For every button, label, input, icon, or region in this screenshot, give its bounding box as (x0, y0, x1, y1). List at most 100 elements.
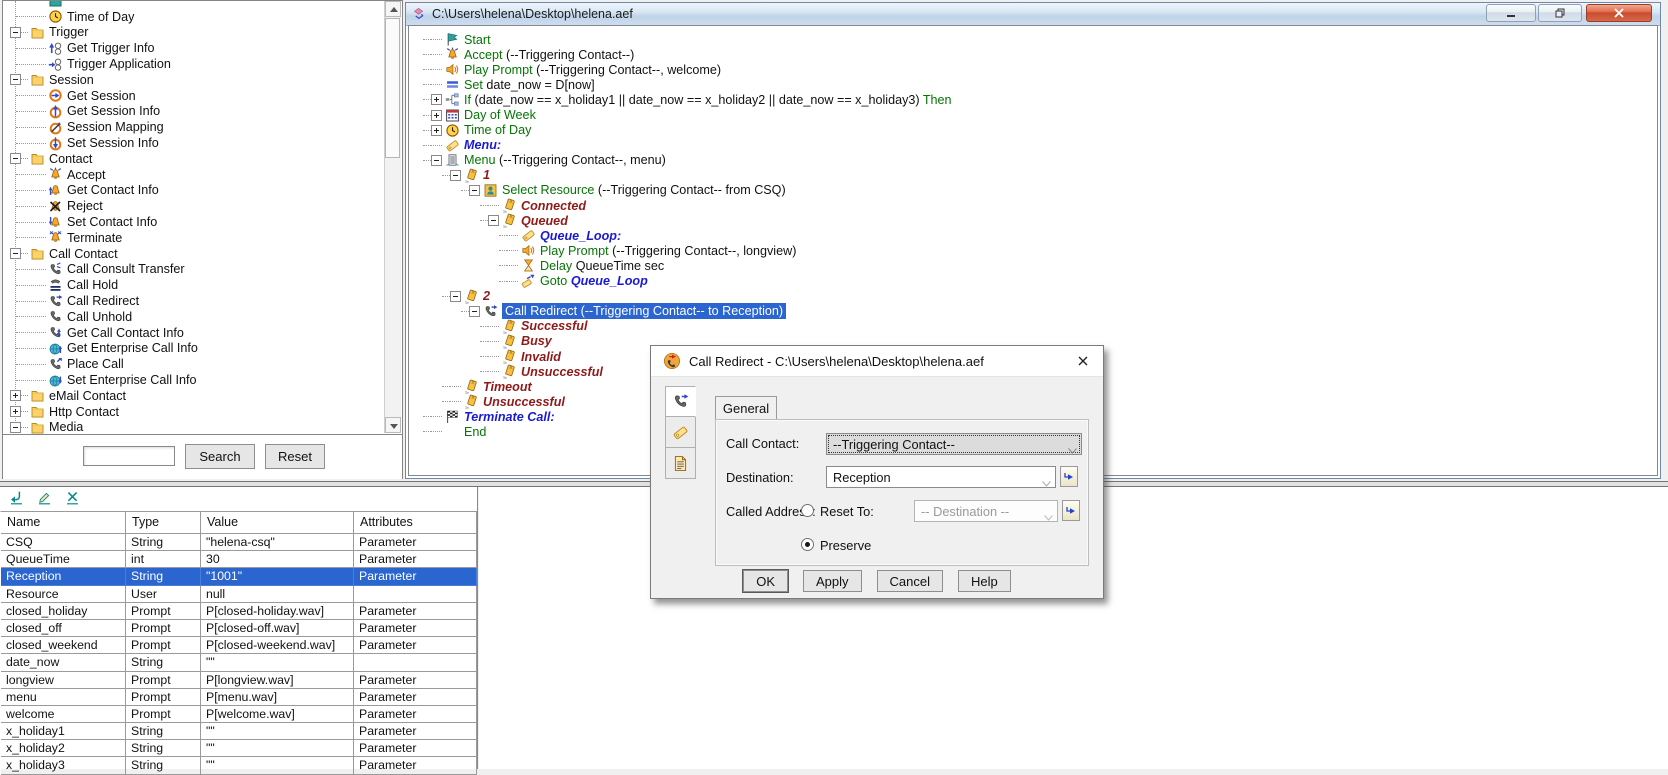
palette-item[interactable]: eMail Contact (4, 388, 385, 404)
var-name-cell[interactable]: menu (1, 689, 126, 706)
palette-item[interactable]: Trigger (4, 25, 385, 41)
reset-to-radio[interactable] (801, 504, 814, 517)
reset-to-dropdown[interactable]: -- Destination -- (914, 500, 1058, 522)
var-value-cell[interactable]: "1001" (201, 568, 354, 585)
script-step-row[interactable]: Time of Day (417, 123, 1657, 138)
script-step-row[interactable]: Play Prompt (--Triggering Contact--, wel… (417, 62, 1657, 77)
collapse-minus-icon[interactable] (10, 248, 21, 259)
var-type-cell[interactable]: String (126, 534, 201, 551)
var-value-cell[interactable]: P[menu.wav] (201, 689, 354, 706)
palette-item[interactable]: Media (4, 420, 385, 435)
palette-item[interactable] (4, 1, 385, 9)
var-attributes-cell[interactable]: Parameter (354, 689, 477, 706)
collapse-minus-icon[interactable] (431, 155, 442, 166)
column-header-value[interactable]: Value (201, 512, 354, 534)
preserve-radio[interactable] (801, 538, 814, 551)
collapse-minus-icon[interactable] (450, 291, 461, 302)
search-button[interactable]: Search (185, 444, 255, 469)
var-type-cell[interactable]: User (126, 586, 201, 603)
palette-item[interactable]: Call Consult Transfer (4, 262, 385, 278)
var-value-cell[interactable]: 30 (201, 551, 354, 568)
collapse-minus-icon[interactable] (450, 170, 461, 181)
script-step-row[interactable]: Day of Week (417, 107, 1657, 122)
palette-scrollbar[interactable] (384, 1, 401, 433)
palette-item[interactable]: Call Unhold (4, 309, 385, 325)
dialog-side-tab-2[interactable] (665, 448, 696, 479)
var-type-cell[interactable]: int (126, 551, 201, 568)
column-header-attributes[interactable]: Attributes (354, 512, 477, 534)
palette-item[interactable]: Accept (4, 167, 385, 183)
reset-to-expression-button[interactable] (1062, 500, 1080, 521)
var-type-cell[interactable]: Prompt (126, 637, 201, 654)
palette-item[interactable]: Call Redirect (4, 293, 385, 309)
palette-item[interactable]: Call Hold (4, 277, 385, 293)
script-step-row[interactable]: Connected (417, 198, 1657, 213)
var-name-cell[interactable]: QueueTime (1, 551, 126, 568)
palette-item[interactable]: Trigger Application (4, 56, 385, 72)
script-step-row[interactable]: Set date_now = D[now] (417, 77, 1657, 92)
scroll-down-icon[interactable] (385, 417, 401, 433)
var-type-cell[interactable]: Prompt (126, 672, 201, 689)
destination-dropdown[interactable]: Reception (826, 466, 1056, 488)
var-name-cell[interactable]: closed_weekend (1, 637, 126, 654)
var-value-cell[interactable]: P[closed-holiday.wav] (201, 603, 354, 620)
collapse-minus-icon[interactable] (469, 185, 480, 196)
var-type-cell[interactable]: String (126, 757, 201, 774)
script-step-row[interactable]: 1 (417, 168, 1657, 183)
var-value-cell[interactable]: "helena-csq" (201, 534, 354, 551)
var-value-cell[interactable]: "" (201, 757, 354, 774)
restore-button[interactable] (1538, 4, 1582, 22)
var-name-cell[interactable]: x_holiday1 (1, 723, 126, 740)
var-attributes-cell[interactable]: Parameter (354, 706, 477, 723)
var-attributes-cell[interactable] (354, 586, 477, 603)
minimize-button[interactable] (1486, 4, 1536, 22)
var-name-cell[interactable]: closed_holiday (1, 603, 126, 620)
var-value-cell[interactable]: null (201, 586, 354, 603)
palette-item[interactable]: Place Call (4, 356, 385, 372)
palette-item[interactable]: Get Session (4, 88, 385, 104)
script-step-row[interactable]: Queue_Loop: (417, 228, 1657, 243)
dialog-side-tab-1[interactable] (665, 417, 696, 448)
cancel-button[interactable]: Cancel (877, 570, 943, 592)
scrollbar-thumb[interactable] (385, 18, 400, 158)
script-step-row[interactable]: Select Resource (--Triggering Contact-- … (417, 183, 1657, 198)
var-value-cell[interactable]: "" (201, 723, 354, 740)
palette-item[interactable]: Http Contact (4, 404, 385, 420)
dialog-titlebar[interactable]: Call Redirect - C:\Users\helena\Desktop\… (651, 346, 1103, 377)
var-type-cell[interactable]: Prompt (126, 706, 201, 723)
var-attributes-cell[interactable]: Parameter (354, 723, 477, 740)
column-header-type[interactable]: Type (126, 512, 201, 534)
new-variable-button[interactable] (8, 490, 24, 506)
script-step-row[interactable]: Play Prompt (--Triggering Contact--, lon… (417, 243, 1657, 258)
script-step-row[interactable]: If (date_now == x_holiday1 || date_now =… (417, 92, 1657, 107)
expand-plus-icon[interactable] (10, 390, 21, 401)
var-name-cell[interactable]: Reception (1, 568, 126, 585)
help-button[interactable]: Help (958, 570, 1011, 592)
palette-item[interactable]: Get Contact Info (4, 183, 385, 199)
palette-item[interactable]: Terminate (4, 230, 385, 246)
script-step-row[interactable]: Delay QueueTime sec (417, 258, 1657, 273)
var-name-cell[interactable]: longview (1, 672, 126, 689)
var-attributes-cell[interactable]: Parameter (354, 568, 477, 585)
var-value-cell[interactable]: P[welcome.wav] (201, 706, 354, 723)
palette-item[interactable]: Get Enterprise Call Info (4, 341, 385, 357)
destination-expression-button[interactable] (1060, 466, 1078, 487)
palette-item[interactable]: Reject (4, 198, 385, 214)
var-name-cell[interactable]: date_now (1, 654, 126, 671)
script-step-row[interactable]: Accept (--Triggering Contact--) (417, 47, 1657, 62)
palette-item[interactable]: Set Contact Info (4, 214, 385, 230)
script-step-row-selected[interactable]: Call Redirect (--Triggering Contact-- to… (417, 304, 1657, 319)
var-attributes-cell[interactable]: Parameter (354, 672, 477, 689)
tab-general[interactable]: General (715, 396, 777, 420)
search-input[interactable] (83, 446, 175, 466)
apply-button[interactable]: Apply (803, 570, 862, 592)
var-name-cell[interactable]: closed_off (1, 620, 126, 637)
ok-button[interactable]: OK (743, 570, 788, 592)
script-step-row[interactable]: Goto Queue_Loop (417, 274, 1657, 289)
var-name-cell[interactable]: x_holiday3 (1, 757, 126, 774)
var-attributes-cell[interactable]: Parameter (354, 551, 477, 568)
var-name-cell[interactable]: x_holiday2 (1, 740, 126, 757)
reset-button[interactable]: Reset (265, 444, 325, 469)
script-step-row[interactable]: Start (417, 32, 1657, 47)
palette-item[interactable]: Get Call Contact Info (4, 325, 385, 341)
